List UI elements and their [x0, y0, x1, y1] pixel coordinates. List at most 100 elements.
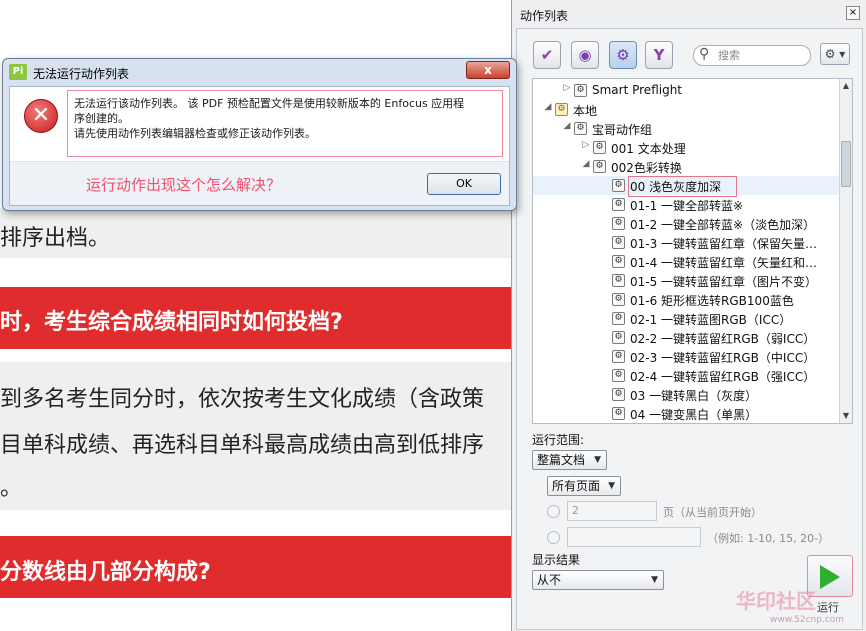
action-tree[interactable]: ⚙05 一键转灰度字体…⚙04 一键变黑白（单黑）⚙03 一键转黑白（灰度）⚙0… — [532, 78, 853, 424]
collapse-arrow-icon[interactable]: ◢ — [581, 159, 591, 169]
action-gear-icon: ⚙ — [612, 331, 625, 344]
settings-menu-button[interactable]: ⚙ ▾ — [820, 43, 850, 65]
show-results-label: 显示结果 — [532, 553, 581, 567]
tree-item[interactable]: ⚙ 03 一键转黑白（灰度） — [533, 385, 839, 404]
action-gear-icon: ⚙ — [612, 312, 625, 325]
tree-item[interactable]: ⚙ 02-4 一键转蓝留红RGB（强ICC） — [533, 366, 839, 385]
collapse-arrow-icon[interactable]: ◢ — [562, 121, 572, 131]
action-gear-icon: ⚙ — [612, 236, 625, 249]
chevron-down-icon: ▼ — [594, 455, 601, 465]
tree-item[interactable]: ⚙ 01-5 一键转蓝留红章（图片不变） — [533, 271, 839, 290]
gear-icon: ⚙ — [616, 46, 630, 64]
page-count-suffix: 页（从当前页开始） — [663, 506, 762, 519]
dialog-title: 无法运行动作列表 — [33, 67, 130, 81]
run-scope-label: 运行范围: — [532, 433, 585, 447]
pages-select-value: 所有页面 — [552, 479, 601, 493]
error-message: 无法运行该动作列表。 该 PDF 预检配置文件是使用较新版本的 Enfocus … — [67, 90, 503, 157]
tree-item[interactable]: ▷ ⚙ Smart Preflight — [533, 81, 839, 100]
search-input[interactable]: 搜索 — [693, 45, 811, 66]
page-range-radio[interactable] — [547, 531, 560, 544]
branch-icon: Y — [653, 46, 665, 64]
globe-tool-button[interactable]: ◉ — [571, 41, 599, 69]
tree-item-label: 04 一键变黑白（单黑） — [630, 408, 758, 422]
tree-item-label: 001 文本处理 — [611, 142, 686, 156]
scroll-thumb[interactable] — [841, 141, 851, 187]
tree-item[interactable]: ⚙ 02-2 一键转蓝留红RGB（弱ICC） — [533, 328, 839, 347]
tree-item-label: 01-5 一键转蓝留红章（图片不变） — [630, 275, 818, 289]
gear-menu-icon: ⚙ ▾ — [824, 47, 846, 61]
action-group-icon: ⚙ — [574, 84, 587, 97]
tree-item[interactable]: ⚙ 01-2 一键全部转蓝※（淡色加深） — [533, 214, 839, 233]
tree-item-label: 宝哥动作组 — [592, 123, 653, 137]
action-gear-icon: ⚙ — [612, 293, 625, 306]
action-gear-icon: ⚙ — [612, 198, 625, 211]
dialog-titlebar[interactable]: Pi 无法运行动作列表 x — [3, 59, 516, 85]
tree-item[interactable]: ⚙ 01-3 一键转蓝留红章（保留矢量… — [533, 233, 839, 252]
action-gear-icon: ⚙ — [612, 388, 625, 401]
tree-item-label: 01-2 一键全部转蓝※（淡色加深） — [630, 218, 816, 232]
page-range-field[interactable] — [567, 527, 701, 547]
tree-item[interactable]: ▷ ⚙ 001 文本处理 — [533, 138, 839, 157]
error-message-line-3: 请先使用动作列表编辑器检查或修正该动作列表。 — [74, 127, 316, 140]
check-tool-button[interactable]: ✔ — [533, 41, 561, 69]
tree-item[interactable]: ⚙ 01-1 一键全部转蓝※ — [533, 195, 839, 214]
body-text-line-3: 目单科成绩、再选科目单科最高成绩由高到低排序 — [0, 433, 485, 458]
tree-item-label: 01-4 一键转蓝留红章（矢量红和… — [630, 256, 818, 270]
scroll-down-icon[interactable]: ▼ — [840, 409, 852, 423]
tree-item-label: 00 浅色灰度加深 — [627, 176, 738, 197]
pages-select[interactable]: 所有页面 ▼ — [547, 476, 621, 496]
chevron-down-icon: ▼ — [608, 481, 615, 491]
dialog-body: ✕ 无法运行该动作列表。 该 PDF 预检配置文件是使用较新版本的 Enfocu… — [9, 86, 510, 206]
page-count-value: 2 — [572, 504, 579, 517]
scroll-up-icon[interactable]: ▲ — [840, 79, 852, 93]
action-gear-icon: ⚙ — [612, 407, 625, 420]
tree-item[interactable]: ◢ ⚙ 本地 — [533, 100, 839, 119]
globe-icon: ◉ — [578, 46, 592, 64]
body-text-line-1: 排序出档。 — [0, 226, 111, 251]
tree-item-label: 03 一键转黑白（灰度） — [630, 389, 758, 403]
panel-content: ✔ ◉ ⚙ Y 搜索 ⚲ ⚙ ▾ ⚙05 一键转灰度字体… ⚙ 04 一键变黑白（单… — [516, 28, 863, 630]
error-message-line-1: 无法运行该动作列表。 该 PDF 预检配置文件是使用较新版本的 Enfocus … — [74, 97, 465, 110]
tree-scrollbar[interactable]: ▲ ▼ — [839, 79, 852, 423]
panel-title: 动作列表 — [520, 9, 569, 23]
local-folder-icon: ⚙ — [555, 103, 568, 116]
action-gear-icon: ⚙ — [612, 217, 625, 230]
tree-item[interactable]: ⚙ 00 浅色灰度加深 — [533, 176, 839, 197]
expand-arrow-icon[interactable]: ▷ — [562, 83, 572, 93]
action-group-icon: ⚙ — [593, 141, 606, 154]
ok-button[interactable]: OK — [427, 173, 501, 195]
tree-item[interactable]: ⚙ 01-6 矩形框选转RGB100蓝色 — [533, 290, 839, 309]
branch-tool-button[interactable]: Y — [645, 41, 673, 69]
collapse-arrow-icon[interactable]: ◢ — [543, 102, 553, 112]
search-icon: ⚲ — [699, 46, 710, 62]
gear-tool-button[interactable]: ⚙ — [609, 41, 637, 69]
close-icon[interactable]: x — [466, 61, 510, 79]
question-annotation: 运行动作出现这个怎么解决？ — [86, 176, 282, 194]
tree-item-label: 01-1 一键全部转蓝※ — [630, 199, 744, 213]
tree-item-label: 本地 — [573, 104, 598, 118]
panel-close-icon[interactable]: × — [846, 6, 860, 20]
scope-select[interactable]: 整篇文档 ▼ — [532, 450, 607, 470]
body-text-line-2: 到多名考生同分时，依次按考生文化成绩（含政策 — [0, 387, 485, 412]
chevron-down-icon: ▼ — [651, 575, 658, 585]
results-select-value: 从不 — [537, 573, 562, 587]
tree-item-label: 02-2 一键转蓝留红RGB（弱ICC） — [630, 332, 816, 346]
action-gear-icon: ⚙ — [612, 350, 625, 363]
action-group-icon: ⚙ — [574, 122, 587, 135]
page-count-field[interactable]: 2 — [567, 501, 657, 521]
action-gear-icon: ⚙ — [612, 255, 625, 268]
tree-item[interactable]: ◢ ⚙ 宝哥动作组 — [533, 119, 839, 138]
run-label: 运行 — [817, 601, 839, 614]
tree-item[interactable]: ⚙ 02-1 一键转蓝图RGB（ICC） — [533, 309, 839, 328]
action-list-panel: 动作列表 × ✔ ◉ ⚙ Y 搜索 ⚲ ⚙ ▾ ⚙05 一键转灰度字体… ⚙ 04 … — [511, 0, 866, 631]
page-count-radio[interactable] — [547, 505, 560, 518]
action-gear-icon: ⚙ — [612, 369, 625, 382]
tree-item[interactable]: ◢ ⚙ 002色彩转换 — [533, 157, 839, 176]
results-select[interactable]: 从不 ▼ — [532, 570, 664, 590]
expand-arrow-icon[interactable]: ▷ — [581, 140, 591, 150]
tree-item[interactable]: ⚙ 01-4 一键转蓝留红章（矢量红和… — [533, 252, 839, 271]
tree-item[interactable]: ⚙05 一键转灰度字体… — [533, 423, 839, 424]
tree-item[interactable]: ⚙ 02-3 一键转蓝留红RGB（中ICC） — [533, 347, 839, 366]
tree-item-label: 02-1 一键转蓝图RGB（ICC） — [630, 313, 792, 327]
tree-item[interactable]: ⚙ 04 一键变黑白（单黑） — [533, 404, 839, 423]
